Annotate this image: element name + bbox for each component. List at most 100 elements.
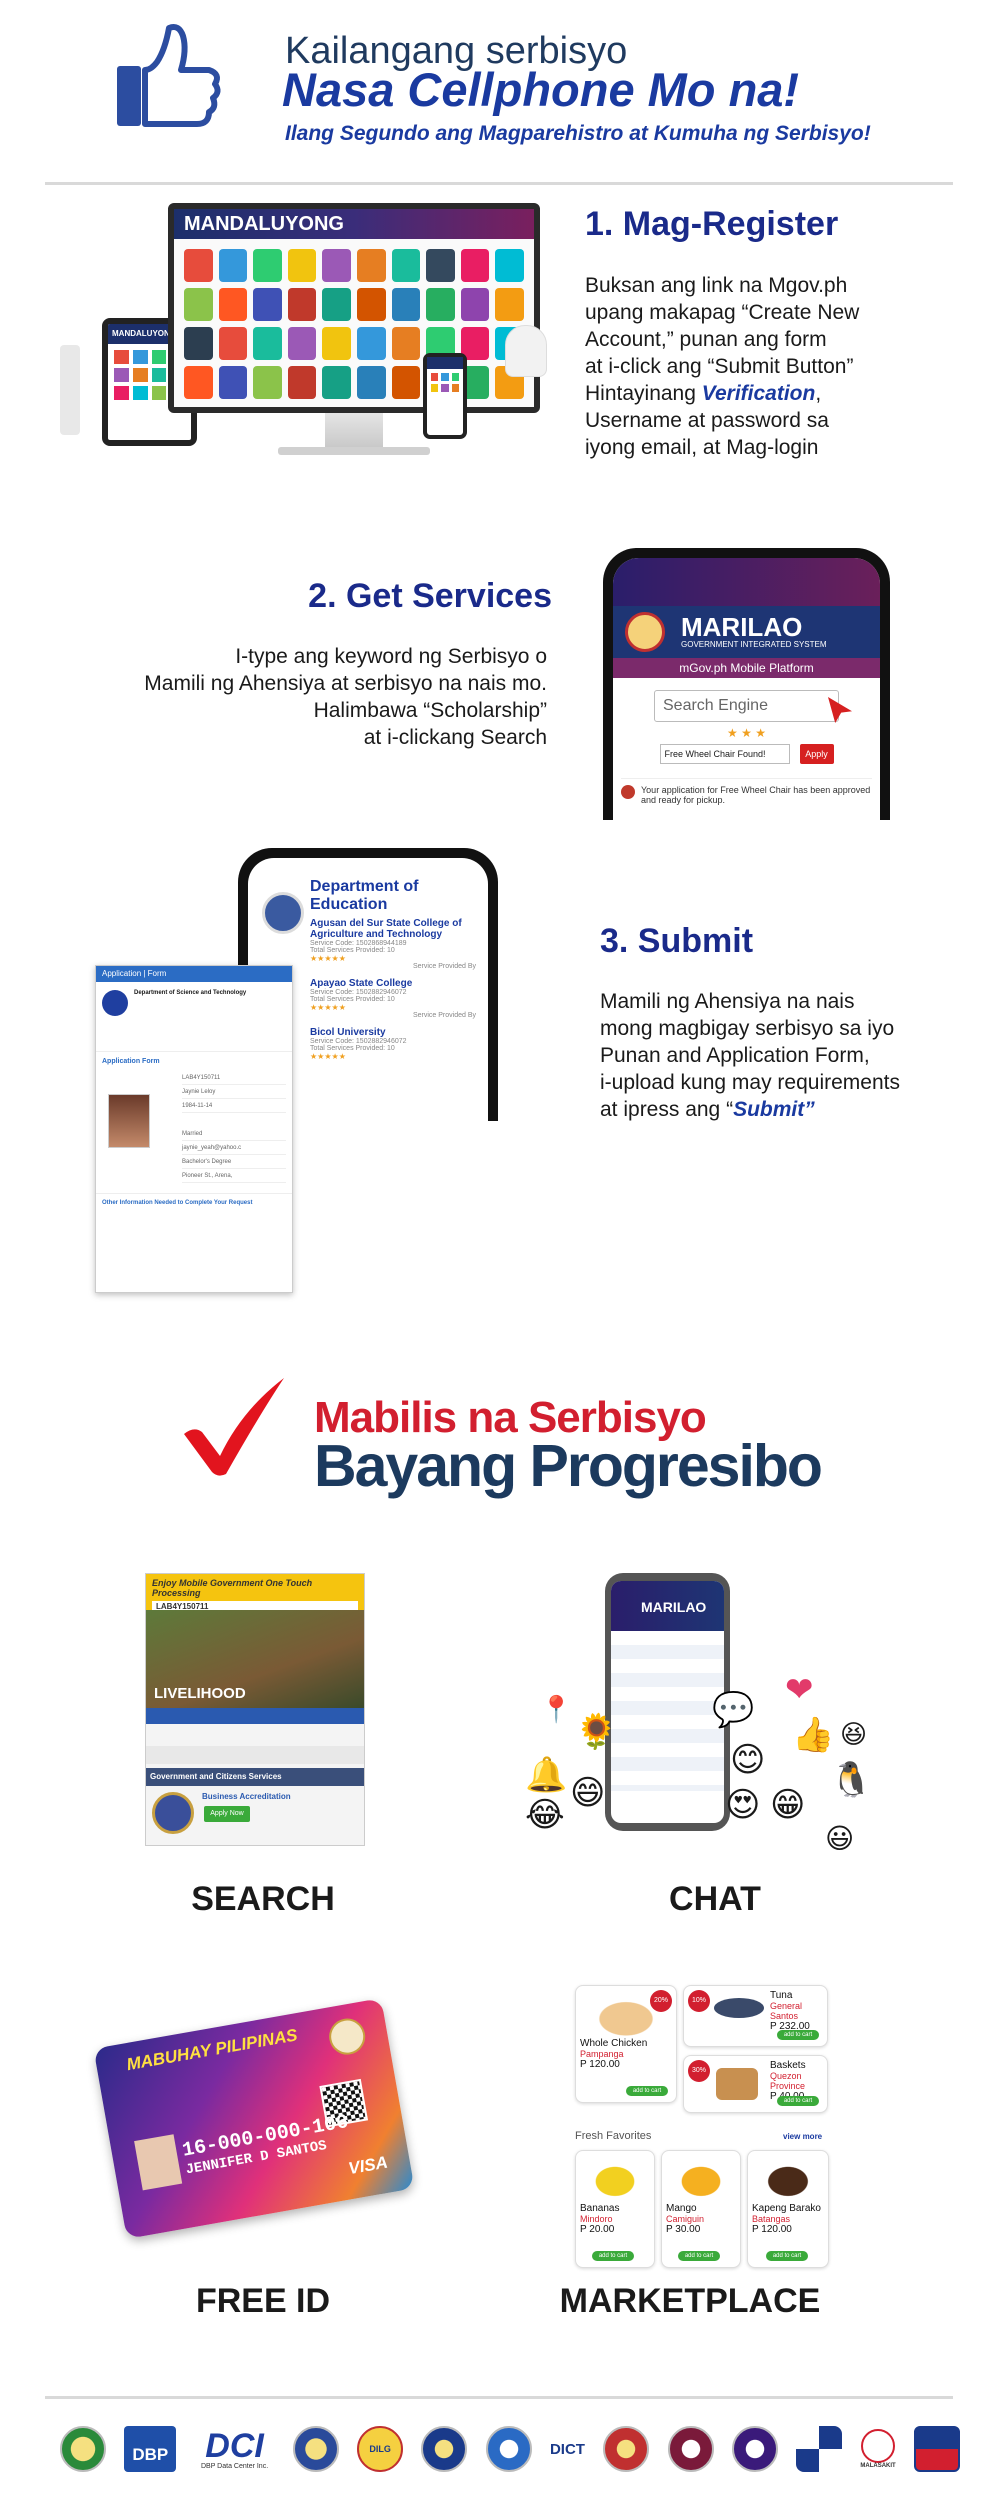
- form-header: Application | Form: [96, 966, 292, 982]
- id-photo: [134, 2134, 183, 2191]
- chat-message-list[interactable]: [611, 1631, 724, 1791]
- step3-line: i-upload kung may requirements: [600, 1071, 900, 1094]
- dilg-seal-icon: DILG: [357, 2426, 404, 2472]
- step3-line: mong magbigay serbisyo sa iyo: [600, 1017, 895, 1040]
- blush-emoji-icon: 😁: [770, 1785, 806, 1825]
- id-seal-icon: [326, 2015, 369, 2058]
- list-item[interactable]: Agusan del Sur State College of Agricult…: [310, 918, 476, 970]
- services-section: Government and Citizens Services: [146, 1768, 364, 1786]
- form-field[interactable]: Pioneer St., Arena,: [182, 1173, 286, 1183]
- service-icon-grid: [174, 239, 534, 407]
- dci-logo: DCI DBP Data Center Inc.: [195, 2429, 275, 2470]
- add-to-cart-button[interactable]: add to cart: [766, 2251, 808, 2261]
- view-more-link[interactable]: view more: [783, 2132, 822, 2141]
- brand-sub: GOVERNMENT INTEGRATED SYSTEM: [681, 640, 827, 649]
- step1-body: Buksan ang link na Mgov.ph upang makapag…: [585, 272, 985, 461]
- squint-emoji-icon: 😆: [840, 1720, 868, 1750]
- marilao-seal-icon: [625, 612, 665, 652]
- form-field[interactable]: Bachelor's Degree: [182, 1159, 286, 1169]
- grin-emoji-icon: 😄: [570, 1773, 606, 1813]
- step1-line: Buksan ang link na Mgov.ph: [585, 274, 848, 297]
- heart-icon: ❤: [785, 1670, 814, 1710]
- step2-body: I-type ang keyword ng Serbisyo o Mamili …: [50, 643, 547, 751]
- fresh-favorites-heading: Fresh Favorites: [575, 2130, 652, 2142]
- form-field[interactable]: Married: [182, 1131, 286, 1141]
- step2-line: Halimbawa “Scholarship”: [313, 699, 547, 722]
- add-to-cart-button[interactable]: add to cart: [678, 2251, 720, 2261]
- penguin-icon: 🐧: [830, 1760, 873, 1800]
- discount-badge: 20%: [650, 1990, 672, 2012]
- step2-line: at i-clickang Search: [363, 726, 547, 749]
- product-card-mango[interactable]: Mango Camiguin P 30.00 add to cart: [661, 2150, 741, 2268]
- form-other-info: Other Information Needed to Complete You…: [96, 1193, 292, 1212]
- red-checkmark-icon: [184, 1378, 284, 1476]
- step2-line: I-type ang keyword ng Serbisyo o: [235, 645, 547, 668]
- list-item[interactable]: Bicol University Service Code: 150288294…: [310, 1027, 476, 1061]
- step1-title: 1. Mag-Register: [585, 205, 839, 243]
- malasakit-heart-icon: [861, 2429, 896, 2463]
- add-to-cart-button[interactable]: add to cart: [777, 2030, 819, 2040]
- happy-emoji-icon: 😃: [825, 1822, 855, 1855]
- approval-note: Your application for Free Wheel Chair ha…: [621, 778, 872, 805]
- form-field[interactable]: LAB4Y150711: [182, 1075, 286, 1085]
- product-card-coffee[interactable]: Kapeng Barako Batangas P 120.00 add to c…: [747, 2150, 829, 2268]
- list-item[interactable]: Apayao State College Service Code: 15028…: [310, 978, 476, 1019]
- thumbs-up-icon: 👍: [792, 1715, 835, 1755]
- search-input[interactable]: Search Engine: [654, 690, 852, 723]
- divider: [45, 2396, 953, 2399]
- malasakit-wordmark: MALASAKIT: [860, 2463, 896, 2469]
- mug: [505, 325, 547, 377]
- search-feature-image: Enjoy Mobile Government One Touch Proces…: [145, 1573, 365, 1846]
- header-headline: Nasa Cellphone Mo na!: [282, 63, 800, 116]
- congress-seal-icon: [731, 2426, 778, 2472]
- step1-line: Hintayinang Verification,: [585, 382, 822, 405]
- step2-title: 2. Get Services: [308, 577, 552, 615]
- step1-line: at i-click ang “Submit Button”: [585, 355, 854, 378]
- product-card-bananas[interactable]: Bananas Mindoro P 20.00 add to cart: [575, 2150, 655, 2268]
- add-to-cart-button[interactable]: add to cart: [777, 2096, 819, 2106]
- small-phone-mockup: [423, 353, 467, 439]
- form-section-title: Application Form: [102, 1058, 160, 1065]
- form-field[interactable]: jaynie_yeah@yahoo.c: [182, 1145, 286, 1155]
- pencil-cup: [60, 345, 80, 435]
- add-to-cart-button[interactable]: add to cart: [592, 2251, 634, 2261]
- notification-icon: [621, 785, 635, 799]
- step1-line: Account,” punan ang form: [585, 328, 827, 351]
- brand: MARILAO: [681, 612, 803, 642]
- agency-name: Department of Science and Technology: [134, 990, 247, 996]
- chat-bubble-icon: 💬: [712, 1690, 755, 1730]
- senate-seal-icon: [603, 2426, 650, 2472]
- dci-wordmark: DCI: [205, 2426, 264, 2465]
- apply-button[interactable]: Apply: [799, 744, 834, 764]
- discount-badge: 30%: [688, 2060, 710, 2082]
- dci-subtitle: DBP Data Center Inc.: [200, 2462, 269, 2470]
- location-pin-icon: 📍: [540, 1695, 573, 1725]
- product-card-chicken[interactable]: 20% Whole Chicken Pampanga P 120.00 add …: [575, 1985, 677, 2103]
- cursor-icon: [828, 697, 852, 723]
- result-field[interactable]: Free Wheel Chair Found!: [659, 744, 790, 764]
- national-id-card: MABUHAY PILIPINAS 16-000-000-106 JENNIFE…: [93, 1998, 415, 2239]
- add-to-cart-button[interactable]: add to cart: [626, 2086, 668, 2096]
- chat-brand: MARILAO: [611, 1581, 724, 1631]
- product-card-baskets[interactable]: 30% Baskets Quezon Province P 40.00 add …: [683, 2055, 828, 2113]
- product-card-tuna[interactable]: 10% Tuna General Santos P 232.00 add to …: [683, 1985, 828, 2047]
- visa-logo: VISA: [346, 2152, 390, 2179]
- bell-icon: 🔔: [525, 1755, 568, 1795]
- apply-now-button[interactable]: Apply Now: [204, 1806, 250, 1822]
- partner-logos: DBP DCI DBP Data Center Inc. DILG DICT M…: [60, 2422, 960, 2476]
- id-brand: MABUHAY PILIPINAS: [125, 2025, 299, 2075]
- marketplace-label: MARKETPLACE: [559, 2282, 821, 2320]
- search-nav-bar[interactable]: [146, 1708, 364, 1724]
- philhealth-shield-icon: [914, 2426, 960, 2472]
- application-form-mockup: Application | Form Department of Science…: [95, 965, 293, 1293]
- phone-search-mockup: MARILAO GOVERNMENT INTEGRATED SYSTEM mGo…: [603, 548, 890, 820]
- step3-line: Punan and Application Form,: [600, 1044, 870, 1067]
- heart-eyes-emoji-icon: 😍: [725, 1785, 761, 1825]
- form-field[interactable]: Jaynie Leloy: [182, 1089, 286, 1099]
- sunflower-icon: 🌻: [575, 1712, 618, 1752]
- livelihood-photo: LIVELIHOOD: [146, 1610, 364, 1708]
- applicant-photo: [108, 1094, 150, 1148]
- step3-line: at ipress ang “Submit”: [600, 1098, 815, 1121]
- form-field[interactable]: 1984-11-14: [182, 1103, 286, 1113]
- ncc-logo-icon: [796, 2426, 843, 2472]
